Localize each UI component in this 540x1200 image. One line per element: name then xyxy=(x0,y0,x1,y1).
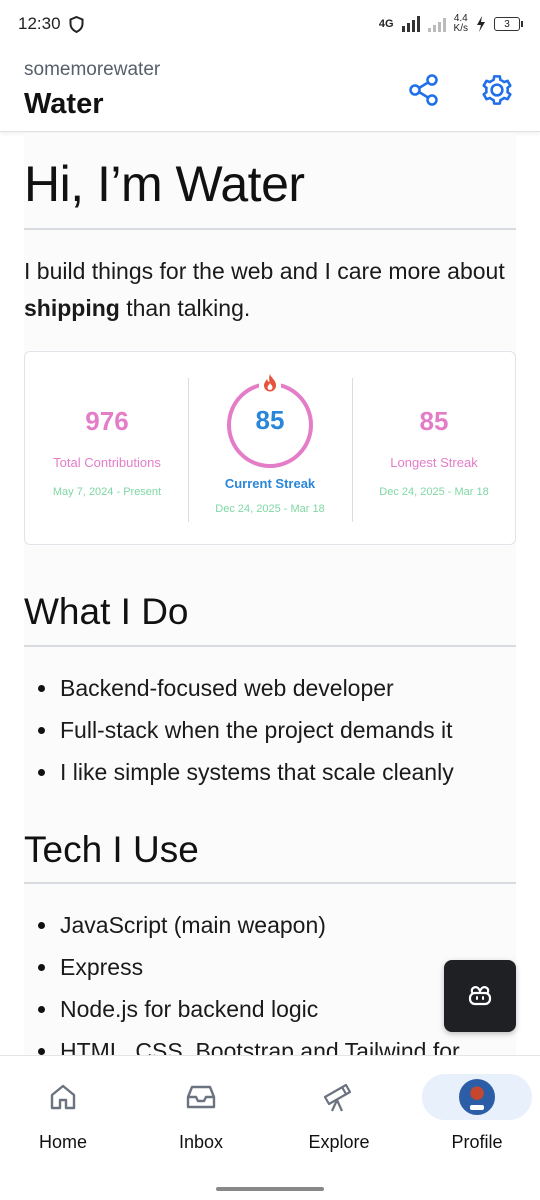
battery-icon: 3 xyxy=(494,17,523,31)
repo-owner[interactable]: somemorewater xyxy=(24,59,160,81)
status-bar: 12:30 4G 4.4 K/s 3 xyxy=(0,0,540,48)
list-item: Node.js for backend logic xyxy=(38,988,460,1030)
settings-button[interactable] xyxy=(479,72,515,108)
stats-divider xyxy=(352,378,353,522)
longest-range: Dec 24, 2025 - Mar 18 xyxy=(379,486,489,498)
bottom-nav: Home Inbox Explore Profile xyxy=(0,1055,540,1200)
nav-inbox[interactable]: Inbox xyxy=(146,1074,256,1174)
intro-after: than talking. xyxy=(119,295,251,321)
longest-value: 85 xyxy=(419,406,449,436)
streak-stats-card[interactable]: 976 Total Contributions May 7, 2024 - Pr… xyxy=(24,351,516,545)
nav-explore[interactable]: Explore xyxy=(284,1074,394,1174)
home-icon xyxy=(33,1074,93,1120)
profile-icon-pill xyxy=(422,1074,532,1120)
intro-text: I build things for the web and I care mo… xyxy=(24,253,514,327)
longest-streak: 85 Longest Streak Dec 24, 2025 - Mar 18 xyxy=(354,352,514,546)
list-item: I like simple systems that scale cleanly xyxy=(38,751,454,793)
speed-unit: K/s xyxy=(453,23,468,34)
shield-icon xyxy=(69,15,84,33)
gear-icon xyxy=(482,75,512,105)
readme-content[interactable]: Hi, I’m Water I build things for the web… xyxy=(0,133,540,1055)
repo-name: Water xyxy=(24,88,104,120)
signal-icon xyxy=(401,16,420,32)
total-contributions: 976 Total Contributions May 7, 2024 - Pr… xyxy=(27,352,187,546)
battery-level: 3 xyxy=(504,18,510,30)
status-left: 12:30 xyxy=(18,14,84,34)
share-icon xyxy=(409,74,438,106)
gesture-bar[interactable] xyxy=(216,1187,324,1191)
copilot-button[interactable] xyxy=(444,960,516,1032)
list-item: Express xyxy=(38,946,460,988)
stats-divider xyxy=(188,378,189,522)
current-range: Dec 24, 2025 - Mar 18 xyxy=(215,503,325,515)
inbox-icon xyxy=(171,1074,231,1120)
nav-inbox-label: Inbox xyxy=(178,1132,224,1152)
heading-rule xyxy=(24,228,516,230)
list-item: Backend-focused web developer xyxy=(38,667,454,709)
list-item: JavaScript (main weapon) xyxy=(38,904,460,946)
app-header: somemorewater Water xyxy=(0,48,540,132)
intro-bold: shipping xyxy=(24,295,120,321)
network-speed: 4.4 K/s xyxy=(454,14,468,34)
share-button[interactable] xyxy=(406,72,442,108)
status-time: 12:30 xyxy=(18,14,61,33)
section-rule xyxy=(24,645,516,647)
nav-profile-label: Profile xyxy=(451,1132,503,1152)
charging-icon xyxy=(477,16,485,32)
nav-profile[interactable]: Profile xyxy=(422,1074,532,1174)
what-i-do-heading: What I Do xyxy=(24,591,189,632)
current-value: 85 xyxy=(255,405,285,435)
total-value: 976 xyxy=(85,406,129,436)
avatar xyxy=(459,1079,495,1115)
current-streak: 85 Current Streak Dec 24, 2025 - Mar 18 xyxy=(190,352,350,546)
list-item: HTML, CSS, Bootstrap and Tailwind for xyxy=(38,1030,460,1055)
longest-label: Longest Streak xyxy=(390,455,478,470)
status-right: 4G 4.4 K/s 3 xyxy=(378,14,523,34)
section-rule xyxy=(24,882,516,884)
readme-heading: Hi, I’m Water xyxy=(24,156,305,212)
nav-home[interactable]: Home xyxy=(8,1074,118,1174)
total-range: May 7, 2024 - Present xyxy=(52,486,162,498)
signal-2-icon xyxy=(427,16,446,32)
copilot-icon xyxy=(468,986,492,1006)
list-item: Full-stack when the project demands it xyxy=(38,709,454,751)
flame-icon xyxy=(259,372,281,394)
total-label: Total Contributions xyxy=(53,455,161,470)
nav-home-label: Home xyxy=(38,1132,87,1152)
intro-before: I build things for the web and I care mo… xyxy=(24,258,505,284)
tech-heading: Tech I Use xyxy=(24,829,199,870)
what-i-do-list: Backend-focused web developer Full-stack… xyxy=(38,667,454,793)
nav-explore-label: Explore xyxy=(308,1132,370,1152)
tech-list: JavaScript (main weapon) Express Node.js… xyxy=(38,904,460,1055)
network-type: 4G xyxy=(378,18,394,30)
current-label: Current Streak xyxy=(224,476,316,491)
telescope-icon xyxy=(309,1074,369,1120)
